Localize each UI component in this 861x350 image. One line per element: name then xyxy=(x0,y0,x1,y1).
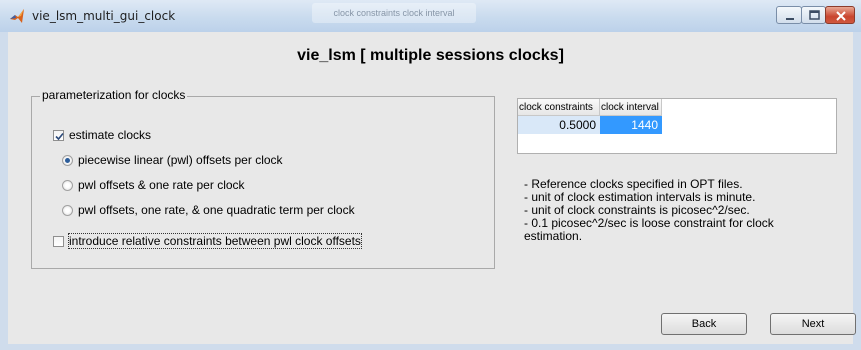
relative-constraints-checkbox[interactable] xyxy=(53,236,64,247)
minimize-icon xyxy=(786,18,794,20)
maximize-icon xyxy=(809,10,820,20)
window-frame-bottom xyxy=(0,344,861,350)
minimize-button[interactable] xyxy=(776,6,802,24)
radio-pwl-quadratic[interactable] xyxy=(62,205,73,216)
page-title: vie_lsm [ multiple sessions clocks] xyxy=(297,47,564,64)
window-frame-right xyxy=(853,32,861,350)
ghost-window-label: clock constraints clock interval xyxy=(312,3,476,23)
radio-label-pwl-one-rate[interactable]: pwl offsets & one rate per clock xyxy=(78,178,245,192)
title-bar[interactable]: vie_lsm_multi_gui_clock clock constraint… xyxy=(0,0,861,33)
maximize-button[interactable] xyxy=(801,6,826,24)
window-title: vie_lsm_multi_gui_clock xyxy=(32,9,176,23)
app-window: vie_lsm_multi_gui_clock clock constraint… xyxy=(0,0,861,350)
radio-label-pwl-offsets[interactable]: piecewise linear (pwl) offsets per clock xyxy=(78,153,283,167)
clock-parameterization-panel: parameterization for clocks estimate clo… xyxy=(31,88,495,269)
clock-settings-table[interactable]: clock constraints clock interval 0.5000 … xyxy=(517,98,837,154)
relative-constraints-label[interactable]: introduce relative constraints between p… xyxy=(68,233,362,249)
note-line: estimation. xyxy=(524,229,583,243)
back-button[interactable]: Back xyxy=(661,313,747,335)
estimate-clocks-label[interactable]: estimate clocks xyxy=(69,128,151,142)
panel-title: parameterization for clocks xyxy=(40,88,188,102)
window-frame-left xyxy=(0,32,8,350)
matlab-logo-icon xyxy=(10,9,24,23)
radio-label-pwl-quadratic[interactable]: pwl offsets, one rate, & one quadratic t… xyxy=(78,203,355,217)
radio-pwl-offsets[interactable] xyxy=(62,155,73,166)
next-button[interactable]: Next xyxy=(770,313,856,335)
close-icon xyxy=(836,11,846,21)
client-area: vie_lsm [ multiple sessions clocks] para… xyxy=(8,32,856,344)
cell-clock-constraints[interactable]: 0.5000 xyxy=(518,116,600,134)
column-header-clock-constraints[interactable]: clock constraints xyxy=(518,99,600,116)
checkmark-icon xyxy=(55,132,64,141)
close-button[interactable] xyxy=(825,6,855,24)
column-header-clock-interval[interactable]: clock interval xyxy=(600,99,662,116)
estimate-clocks-checkbox[interactable] xyxy=(53,130,64,141)
radio-selected-dot xyxy=(65,158,70,163)
radio-pwl-one-rate[interactable] xyxy=(62,180,73,191)
info-notes: - Reference clocks specified in OPT file… xyxy=(524,178,834,243)
cell-clock-interval[interactable]: 1440 xyxy=(600,116,662,134)
